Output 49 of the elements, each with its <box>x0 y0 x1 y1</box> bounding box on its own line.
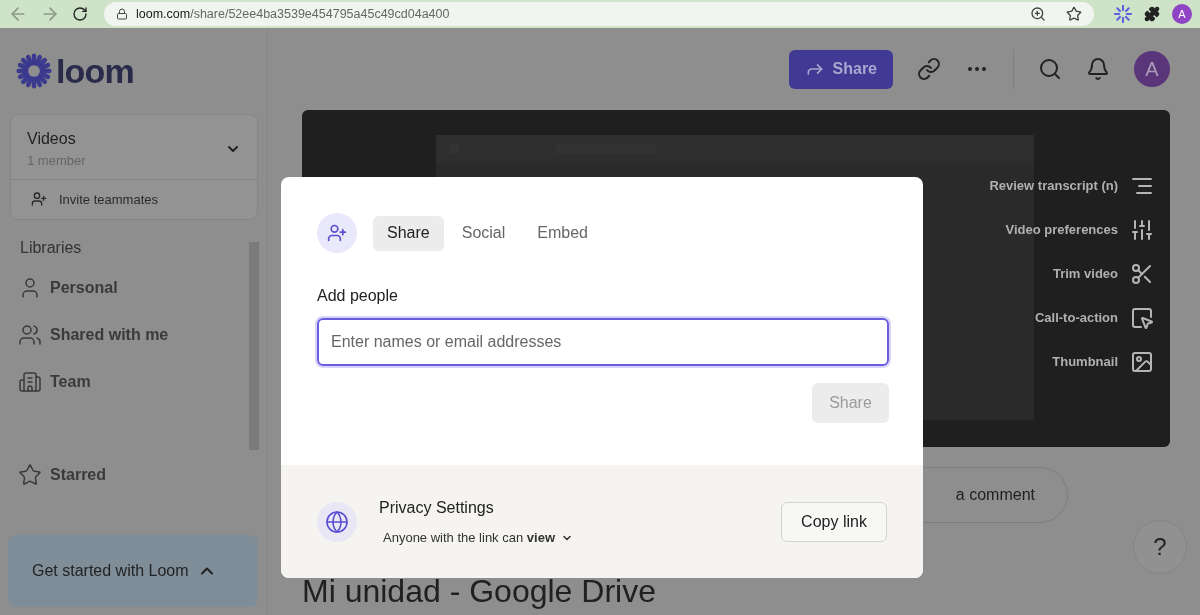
add-user-icon <box>31 191 47 208</box>
building-icon <box>18 369 42 394</box>
people-input-field[interactable]: Enter names or email addresses <box>317 318 889 366</box>
pointer-icon <box>1130 306 1154 330</box>
workspace-name: Videos <box>27 129 77 149</box>
user-avatar[interactable]: A <box>1134 51 1170 87</box>
video-title: Mi unidad - Google Drive <box>302 575 656 607</box>
video-menu-item[interactable]: Call-to-action <box>1034 306 1154 330</box>
get-started-panel[interactable]: Get started with Loom <box>8 535 258 607</box>
privacy-title: Privacy Settings <box>379 497 495 518</box>
video-menu-item[interactable]: Trim video <box>1052 262 1154 286</box>
profile-avatar[interactable]: A <box>1172 4 1192 24</box>
sidebar-item[interactable]: Shared with me <box>8 311 249 358</box>
help-button[interactable]: ? <box>1133 520 1187 574</box>
image-icon <box>1130 350 1154 374</box>
video-menu-item[interactable]: Video preferences <box>1005 218 1154 242</box>
share-button[interactable]: Share <box>788 49 893 89</box>
scissors-icon <box>1130 262 1154 286</box>
libraries-heading: Libraries <box>19 238 83 258</box>
privacy-dropdown[interactable]: Anyone with the link can view <box>379 527 573 548</box>
puzzle-icon[interactable] <box>1144 6 1160 22</box>
add-people-label: Add people <box>317 286 399 306</box>
reload-icon[interactable] <box>72 6 88 22</box>
loom-logo-icon <box>16 53 52 89</box>
loom-wordmark: loom <box>56 50 134 92</box>
star-icon <box>18 462 42 487</box>
zoom-icon[interactable] <box>1030 6 1046 22</box>
add-people-icon <box>327 223 347 243</box>
people-icon <box>18 322 42 347</box>
address-bar[interactable]: loom.com/share/52ee4ba3539e454795a45c49cd04a400 <box>104 2 1094 26</box>
video-menu-item[interactable]: Review transcript (n) <box>989 174 1154 198</box>
lock-icon <box>116 8 128 20</box>
bookmark-star-icon[interactable] <box>1066 6 1082 22</box>
dialog-tab[interactable]: Social <box>447 215 520 251</box>
sun-extension-icon[interactable] <box>1114 5 1132 23</box>
sliders-icon <box>1130 218 1154 242</box>
globe-icon <box>325 509 349 534</box>
search-icon[interactable] <box>1038 57 1062 81</box>
sidebar-item[interactable]: Team <box>8 358 249 405</box>
dialog-tab[interactable]: Share <box>373 215 444 251</box>
link-icon[interactable] <box>917 57 941 81</box>
invite-teammates-button[interactable]: Invite teammates <box>11 179 257 219</box>
url-text: loom.com/share/52ee4ba3539e454795a45c49cd04a400 <box>136 5 450 23</box>
copy-link-button[interactable]: Copy link <box>781 501 887 542</box>
video-menu-item[interactable]: Thumbnail <box>1052 350 1154 374</box>
sidebar-item[interactable]: Personal <box>8 264 249 311</box>
sidebar-item[interactable]: Starred <box>8 451 249 498</box>
bell-icon[interactable] <box>1086 57 1110 81</box>
dialog-tab[interactable]: Embed <box>523 215 602 251</box>
